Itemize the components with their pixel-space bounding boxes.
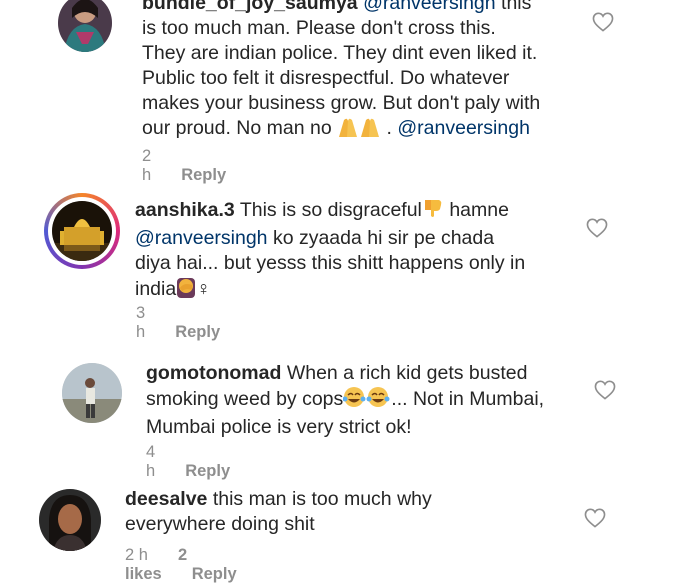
comment-text-line: ko zyaada hi sir pe chada	[272, 227, 495, 249]
reply-button[interactable]: Reply	[185, 462, 230, 480]
comment-text-line: this man is too much why	[212, 488, 432, 510]
mention-link[interactable]: @ranveersingh	[135, 227, 268, 249]
heart-outline-icon[interactable]	[594, 380, 616, 400]
comment-text-line: Public too felt it disrespectful. Do wha…	[142, 67, 510, 89]
comment-text-line: When a rich kid gets busted	[286, 362, 528, 384]
comment-text-line: diya hai... but yesss this shitt happens…	[135, 252, 526, 274]
comment-text-line: Mumbai police is very strict ok!	[146, 416, 412, 438]
comment-text-line: ... Not in Mumbai,	[391, 388, 545, 410]
comment-text-line: This is so disgraceful	[239, 199, 422, 221]
timestamp: 2 h	[142, 147, 152, 184]
avatar-image	[58, 0, 112, 52]
comment-text-line: smoking weed by cops	[146, 388, 344, 410]
timestamp: 4 h	[146, 443, 156, 480]
comment-text-line: this	[501, 0, 532, 14]
comment-text-line: hamne	[449, 199, 509, 221]
comment-text-line: india	[135, 278, 177, 300]
avatar-image	[52, 201, 112, 261]
separator-dot: .	[386, 117, 392, 139]
avatar[interactable]	[62, 363, 122, 423]
comment-text: aanshika.3 This is so disgraceful hamne …	[135, 197, 585, 305]
facepalm-emoji	[176, 276, 196, 305]
username-link[interactable]: deesalve	[125, 488, 207, 510]
timestamp: 2 h	[125, 546, 148, 564]
avatar-image	[62, 363, 122, 423]
story-ring[interactable]	[44, 193, 120, 269]
comment-meta: 4 h Reply	[146, 443, 230, 481]
heart-outline-icon[interactable]	[586, 218, 608, 238]
heart-outline-icon[interactable]	[592, 12, 614, 32]
comment-text-line: ♀	[196, 278, 211, 300]
heart-outline-icon[interactable]	[584, 508, 606, 528]
avatar-image	[39, 489, 101, 551]
comment-text-line: everywhere doing shit	[125, 513, 315, 535]
reply-button[interactable]: Reply	[181, 166, 226, 184]
timestamp: 3 h	[136, 304, 146, 341]
avatar[interactable]	[58, 0, 112, 52]
tears-of-joy-emoji	[342, 386, 391, 415]
avatar	[52, 201, 112, 261]
comment-meta: 2 h2 likes Reply	[125, 546, 237, 584]
mention-link[interactable]: @ranveersingh	[363, 0, 496, 14]
comment-text-line: our proud. No man no	[142, 117, 332, 139]
comment-text-line: makes your business grow. But don't paly…	[142, 92, 541, 114]
mention-link[interactable]: @ranveersingh	[397, 117, 530, 139]
comment-meta: 2 h Reply	[142, 147, 226, 185]
comment-text: gomotonomad When a rich kid gets busted …	[146, 361, 596, 440]
comment-text-line: is too much man. Please don't cross this…	[142, 17, 496, 39]
reply-button[interactable]: Reply	[175, 323, 220, 341]
comment-text: deesalve this man is too much why everyw…	[125, 487, 565, 537]
avatar[interactable]	[39, 489, 101, 551]
comment-meta: 3 h Reply	[136, 304, 220, 342]
thumbs-down-emoji	[422, 197, 444, 226]
username-link[interactable]: aanshika.3	[135, 199, 235, 221]
comment-text: bundle_of_joy_saumya @ranveersingh this …	[142, 0, 582, 144]
comment-text-line: They are indian police. They dint even l…	[142, 42, 538, 64]
reply-button[interactable]: Reply	[192, 565, 237, 583]
username-link[interactable]: bundle_of_joy_saumya	[142, 0, 358, 14]
folded-hands-emoji	[337, 117, 381, 144]
username-link[interactable]: gomotonomad	[146, 362, 281, 384]
